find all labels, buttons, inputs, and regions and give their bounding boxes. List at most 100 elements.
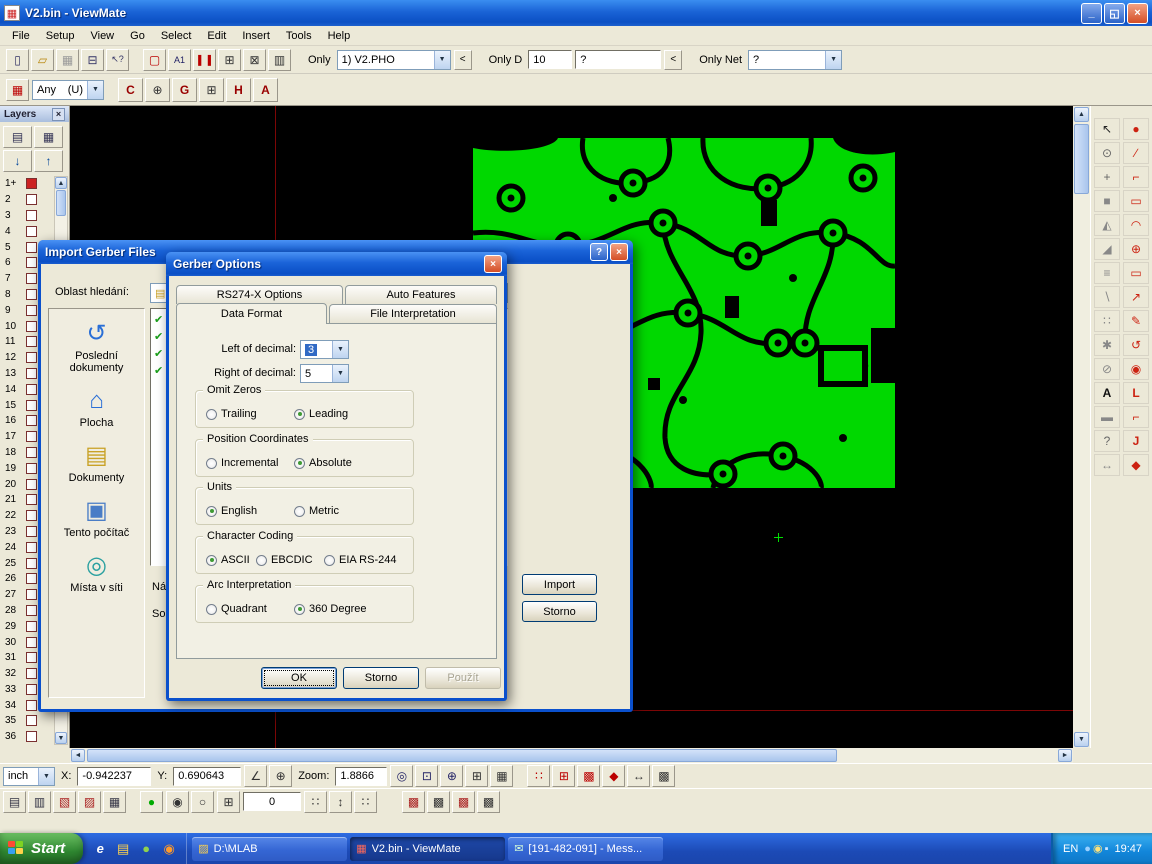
aperture-grid-icon[interactable]: ⊞ [465,765,488,787]
dots-a-icon[interactable]: ∷ [304,791,327,813]
quick-player-icon[interactable]: ● [136,839,156,859]
stack-tool-icon[interactable]: ≡ [1094,262,1120,284]
rotate-tool-icon[interactable]: ↺ [1123,334,1149,356]
dcode-text-icon[interactable]: A1 [168,49,191,71]
report-icon[interactable]: ▥ [268,49,291,71]
layer-color-swatch[interactable] [26,368,37,379]
fill-pattern-icon-3[interactable]: ▩ [452,791,475,813]
scroll-left-icon[interactable]: ◄ [71,749,85,762]
scroll-up-icon[interactable]: ▲ [55,177,67,189]
storno-button[interactable]: Storno [343,667,419,689]
layer-color-swatch[interactable] [26,668,37,679]
flash-mode-icon[interactable]: ◆ [602,765,625,787]
trace-mode-icon[interactable]: ⊞ [552,765,575,787]
place-network[interactable]: ◎ Místa v síti [52,553,142,594]
radio-eia-rs244[interactable]: EIA RS-244 [324,554,396,566]
spiral-tool-icon[interactable]: ◉ [1123,358,1149,380]
scroll-up-icon[interactable]: ▲ [1074,107,1089,122]
scroll-down-icon[interactable]: ▼ [55,732,67,744]
radio-360-degree[interactable]: 360 Degree [294,603,367,615]
trace-tool-icon[interactable]: ↗ [1123,286,1149,308]
bend-tool-icon[interactable]: ⌐ [1123,406,1149,428]
dots-b-icon[interactable]: ∷ [354,791,377,813]
film-view-icon[interactable]: ▥ [28,791,51,813]
unit-select[interactable]: inch ▼ [3,767,55,786]
language-indicator[interactable]: EN [1063,843,1078,855]
add-text-icon[interactable]: A [253,78,278,102]
board-icon[interactable]: ▦ [6,79,29,101]
layer-color-swatch[interactable] [26,621,37,632]
grid-table-icon[interactable]: ⊞ [217,791,240,813]
rect-tool-icon[interactable]: ▭ [1123,190,1149,212]
radio-incremental[interactable]: Incremental [206,457,278,469]
radio-trailing[interactable]: Trailing [206,408,257,420]
layer-color-swatch[interactable] [26,731,37,742]
place-documents[interactable]: ▤ Dokumenty [52,443,142,484]
dcode-query-input[interactable]: ? [575,50,661,69]
mirror-tool-icon[interactable]: ◭ [1094,214,1120,236]
zoom-all-icon[interactable]: ⊕ [440,765,463,787]
radio-ebcdic[interactable]: EBCDIC [256,554,313,566]
layer-color-swatch[interactable] [26,558,37,569]
menu-item[interactable]: File [4,28,38,44]
radio-ascii[interactable]: ASCII [206,554,250,566]
menu-item[interactable]: View [82,28,122,44]
pan-tool-icon[interactable]: + [1094,166,1120,188]
radio-english[interactable]: English [206,505,257,517]
scroll-thumb[interactable] [56,190,66,216]
radio-quadrant[interactable]: Quadrant [206,603,267,615]
zoom-point-icon[interactable]: ◎ [390,765,413,787]
canvas-horizontal-scrollbar[interactable]: ◄ ► [70,748,1073,763]
layer-color-swatch[interactable] [26,715,37,726]
ruler-tool-icon[interactable]: ▬ [1094,406,1120,428]
layer-color-swatch[interactable] [26,605,37,616]
dcode-table-icon[interactable]: ⊠ [243,49,266,71]
null-tool-icon[interactable]: ⊘ [1094,358,1120,380]
layer-color-swatch[interactable] [26,384,37,395]
left-decimal-select[interactable]: 3 ▼ [300,340,349,359]
origin-icon[interactable]: ⊕ [269,765,292,787]
new-file-icon[interactable]: ▯ [6,49,29,71]
move-layer-up-icon[interactable]: ↑ [34,150,63,172]
layer-row[interactable]: 2 [2,192,52,208]
layer-select[interactable]: 1) V2.PHO ▼ [337,50,451,70]
layer-color-swatch[interactable] [26,573,37,584]
quick-firefox-icon[interactable]: ◉ [159,839,179,859]
layer-color-swatch[interactable] [26,479,37,490]
layer-color-swatch[interactable] [26,526,37,537]
close-button[interactable]: × [610,243,628,261]
grid-dots-tool-icon[interactable]: ∷ [1094,310,1120,332]
layer-color-swatch[interactable] [26,494,37,505]
center-target-icon[interactable]: ⊕ [145,78,170,102]
layer-colors-icon[interactable]: ▦ [34,126,63,148]
dcode-input[interactable]: 10 [528,50,572,69]
layer-color-swatch[interactable] [26,652,37,663]
restore-button[interactable]: ◱ [1104,3,1125,24]
open-folder-icon[interactable]: ▱ [31,49,54,71]
prev-layer-button[interactable]: < [454,50,472,70]
menu-item[interactable]: Select [153,28,200,44]
menu-item[interactable]: Tools [278,28,320,44]
select-arrow-tool-icon[interactable]: ↖ [1094,118,1120,140]
close-icon[interactable]: × [52,108,65,121]
stretch-icon[interactable]: ↔ [627,765,650,787]
query-tool-icon[interactable]: ? [1094,430,1120,452]
layer-color-swatch[interactable] [26,226,37,237]
layer-row[interactable]: 3 [2,208,52,224]
layer-color-swatch[interactable] [26,178,37,189]
layer-color-swatch[interactable] [26,352,37,363]
highlight-off-icon[interactable]: ○ [191,791,214,813]
prev-dcode-button[interactable]: < [664,50,682,70]
quick-folder-icon[interactable]: ▤ [113,839,133,859]
layer-color-swatch[interactable] [26,305,37,316]
menu-item[interactable]: Help [320,28,359,44]
layer-color-swatch[interactable] [26,637,37,648]
radio-leading[interactable]: Leading [294,408,348,420]
net-grid-icon[interactable]: ▦ [490,765,513,787]
slice-tool-icon[interactable]: ∖ [1094,286,1120,308]
scroll-thumb[interactable] [1074,124,1089,194]
layer-row[interactable]: 1+ [2,176,52,192]
swap-layers-icon[interactable]: ▌▐ [193,49,216,71]
sketch-view-icon[interactable]: ▧ [53,791,76,813]
frame-select-icon[interactable]: ▢ [143,49,166,71]
